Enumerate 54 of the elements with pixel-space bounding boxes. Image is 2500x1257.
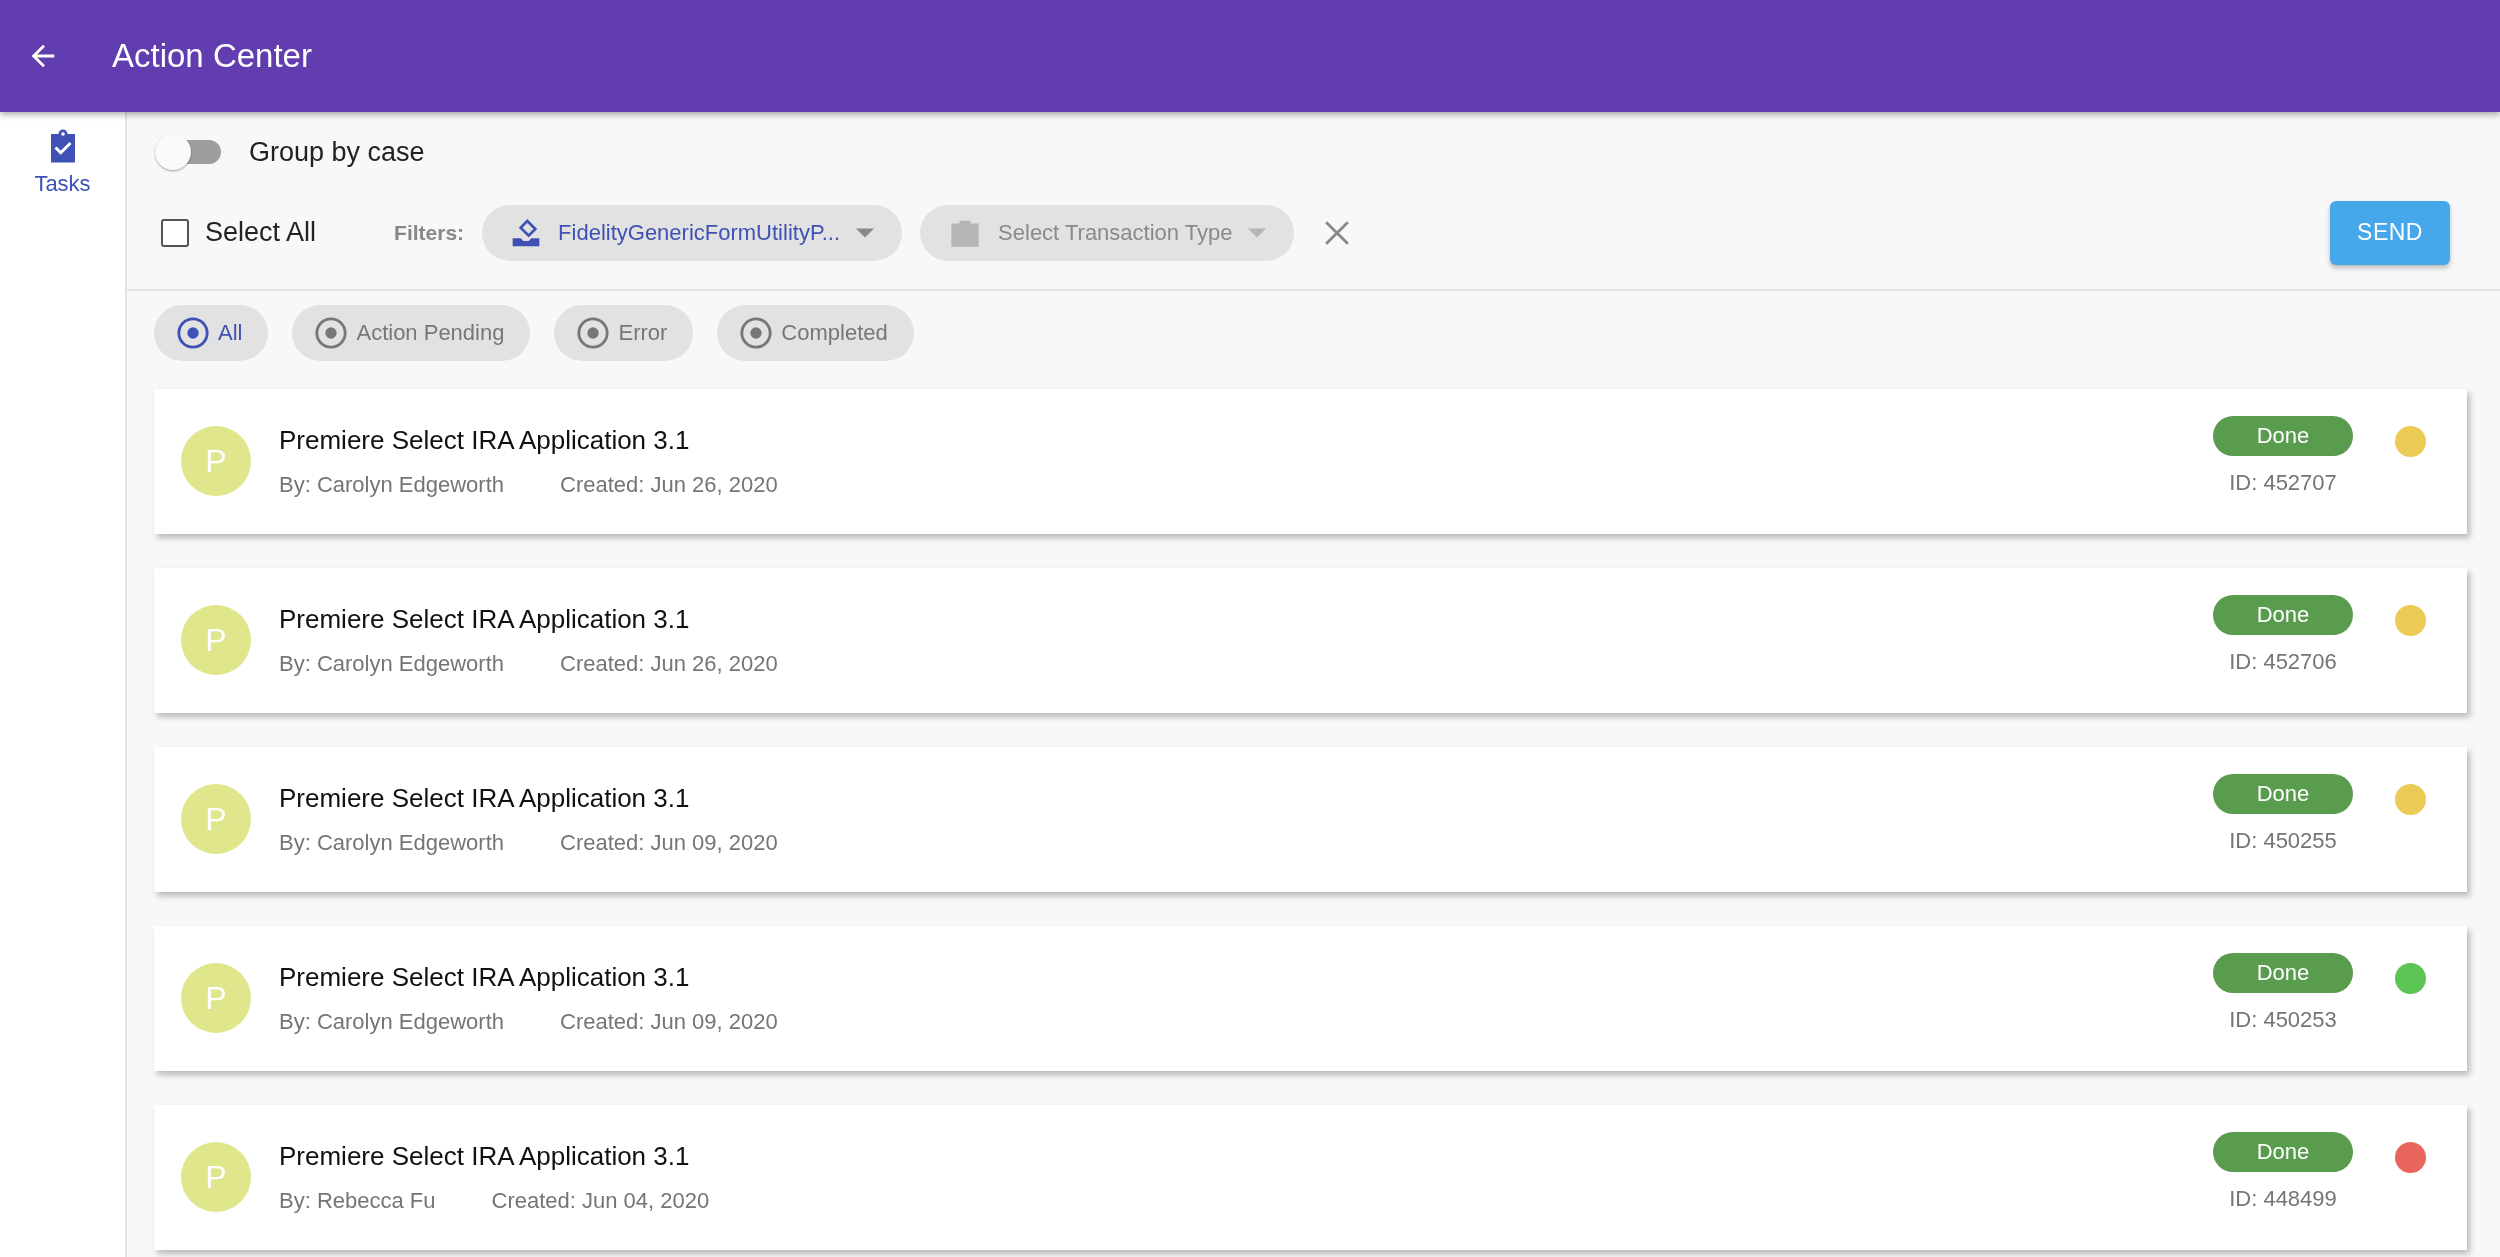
task-card[interactable]: P Premiere Select IRA Application 3.1 By: Carolyn Edgeworth Created: Jun 26, 2020 Done ID: 452707: [154, 388, 2467, 534]
status-badge: Done: [2213, 952, 2353, 993]
transaction-type-dropdown[interactable]: Select Transaction Type: [920, 204, 1295, 261]
task-id: ID: 452706: [2229, 647, 2337, 676]
tasks-nav-item[interactable]: Tasks: [0, 128, 125, 201]
task-card[interactable]: P Premiere Select IRA Application 3.1 By: Carolyn Edgeworth Created: Jun 26, 2020 Done ID: 452706: [154, 567, 2467, 713]
status-badge: Done: [2213, 773, 2353, 814]
radio-icon: [176, 315, 210, 350]
radio-icon: [739, 315, 774, 350]
radio-icon: [314, 315, 349, 350]
dropdown-caret-icon: [856, 227, 875, 238]
task-id: ID: 452707: [2229, 468, 2337, 497]
avatar: P: [181, 784, 251, 854]
toggle-label: Group by case: [249, 136, 425, 169]
author-text: By: Carolyn Edgeworth: [279, 829, 504, 857]
avatar: P: [181, 1142, 251, 1212]
task-id: ID: 450253: [2229, 1005, 2337, 1034]
author-text: By: Rebecca Fu: [279, 1187, 436, 1215]
created-date: Created: Jun 04, 2020: [491, 1187, 710, 1215]
avatar: P: [181, 963, 251, 1033]
select-all-label: Select All: [205, 216, 317, 250]
author-text: By: Carolyn Edgeworth: [279, 650, 504, 678]
task-title: Premiere Select IRA Application 3.1: [279, 1140, 691, 1173]
dropdown-caret-icon: [1248, 227, 1267, 238]
select-all-checkbox[interactable]: [161, 218, 189, 247]
task-id: ID: 450255: [2229, 826, 2337, 855]
task-title: Premiere Select IRA Application 3.1: [279, 424, 691, 457]
created-date: Created: Jun 26, 2020: [560, 650, 778, 678]
status-filter-chip[interactable]: Action Pending: [292, 304, 531, 361]
task-id: ID: 448499: [2229, 1184, 2337, 1213]
task-title: Premiere Select IRA Application 3.1: [279, 961, 691, 994]
created-date: Created: Jun 09, 2020: [560, 829, 778, 857]
task-title: Premiere Select IRA Application 3.1: [279, 782, 691, 815]
avatar: P: [181, 605, 251, 675]
task-card[interactable]: P Premiere Select IRA Application 3.1 By: Rebecca Fu Created: Jun 04, 2020 Done ID: 448499: [154, 1104, 2467, 1250]
created-date: Created: Jun 09, 2020: [560, 1008, 778, 1036]
radio-icon: [576, 315, 611, 350]
author-text: By: Carolyn Edgeworth: [279, 1008, 504, 1036]
status-filter-chip[interactable]: Error: [554, 304, 694, 361]
avatar: P: [181, 426, 251, 496]
task-card[interactable]: P Premiere Select IRA Application 3.1 By: Carolyn Edgeworth Created: Jun 09, 2020 Done ID: 450253: [154, 925, 2467, 1071]
form-filter-dropdown[interactable]: FidelityGenericFormUtilityP...: [482, 204, 903, 261]
status-badge: Done: [2213, 594, 2353, 635]
author-text: By: Carolyn Edgeworth: [279, 471, 504, 499]
task-card[interactable]: P Premiere Select IRA Application 3.1 By: Carolyn Edgeworth Created: Jun 09, 2020 Done ID: 450255: [154, 746, 2467, 892]
clear-filters-icon[interactable]: [1324, 219, 1351, 246]
created-date: Created: Jun 26, 2020: [560, 471, 778, 499]
filters-label: Filters:: [394, 219, 465, 246]
status-filter-chip[interactable]: All: [154, 304, 269, 361]
task-title: Premiere Select IRA Application 3.1: [279, 603, 691, 636]
status-badge: Done: [2213, 415, 2353, 456]
status-filter-chip[interactable]: Completed: [717, 304, 914, 361]
app-title: Action Center: [112, 36, 312, 77]
status-badge: Done: [2213, 1131, 2353, 1172]
